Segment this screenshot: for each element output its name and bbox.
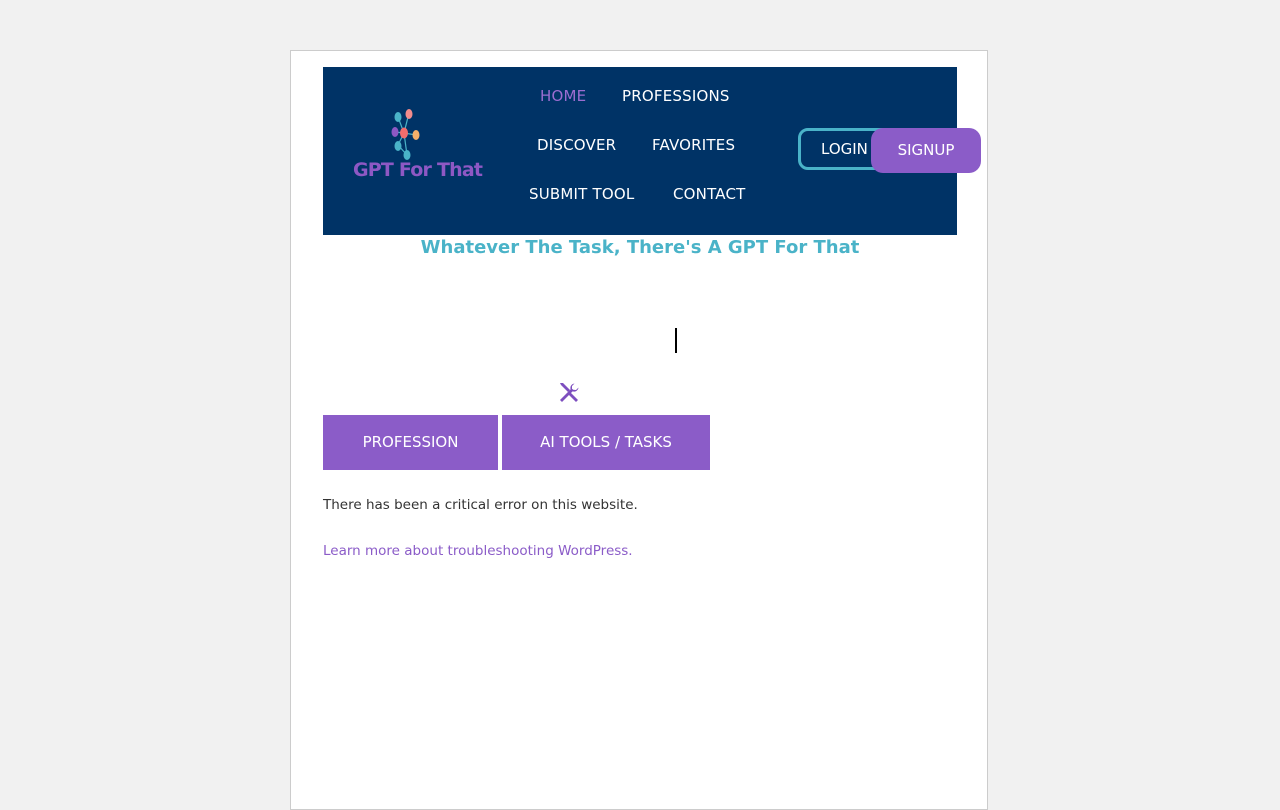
nav-item-submit-tool[interactable]: SUBMIT TOOL: [529, 185, 634, 203]
nav-item-home[interactable]: HOME: [540, 87, 586, 105]
error-message: There has been a critical error on this …: [323, 497, 638, 513]
signup-button[interactable]: SIGNUP: [871, 128, 981, 173]
ai-tools-tab-button[interactable]: AI TOOLS / TASKS: [502, 415, 710, 470]
troubleshooting-link[interactable]: Learn more about troubleshooting WordPre…: [323, 543, 633, 559]
nav-item-contact[interactable]: CONTACT: [673, 185, 746, 203]
site-header: GPT For That HOME PROFESSIONS DISCOVER F…: [323, 67, 981, 235]
logo-text: GPT For That: [353, 159, 483, 181]
site-logo[interactable]: GPT For That: [351, 105, 483, 191]
page-tagline: Whatever The Task, There's A GPT For Tha…: [420, 237, 860, 258]
page-container: GPT For That HOME PROFESSIONS DISCOVER F…: [290, 50, 988, 810]
profession-tab-button[interactable]: PROFESSION: [323, 415, 498, 470]
nav-item-discover[interactable]: DISCOVER: [537, 136, 616, 154]
text-cursor: [675, 328, 677, 353]
network-nodes-icon: [391, 109, 420, 160]
wrench-screwdriver-icon: [560, 383, 579, 402]
nav-item-favorites[interactable]: FAVORITES: [652, 136, 735, 154]
nav-item-professions[interactable]: PROFESSIONS: [622, 87, 730, 105]
